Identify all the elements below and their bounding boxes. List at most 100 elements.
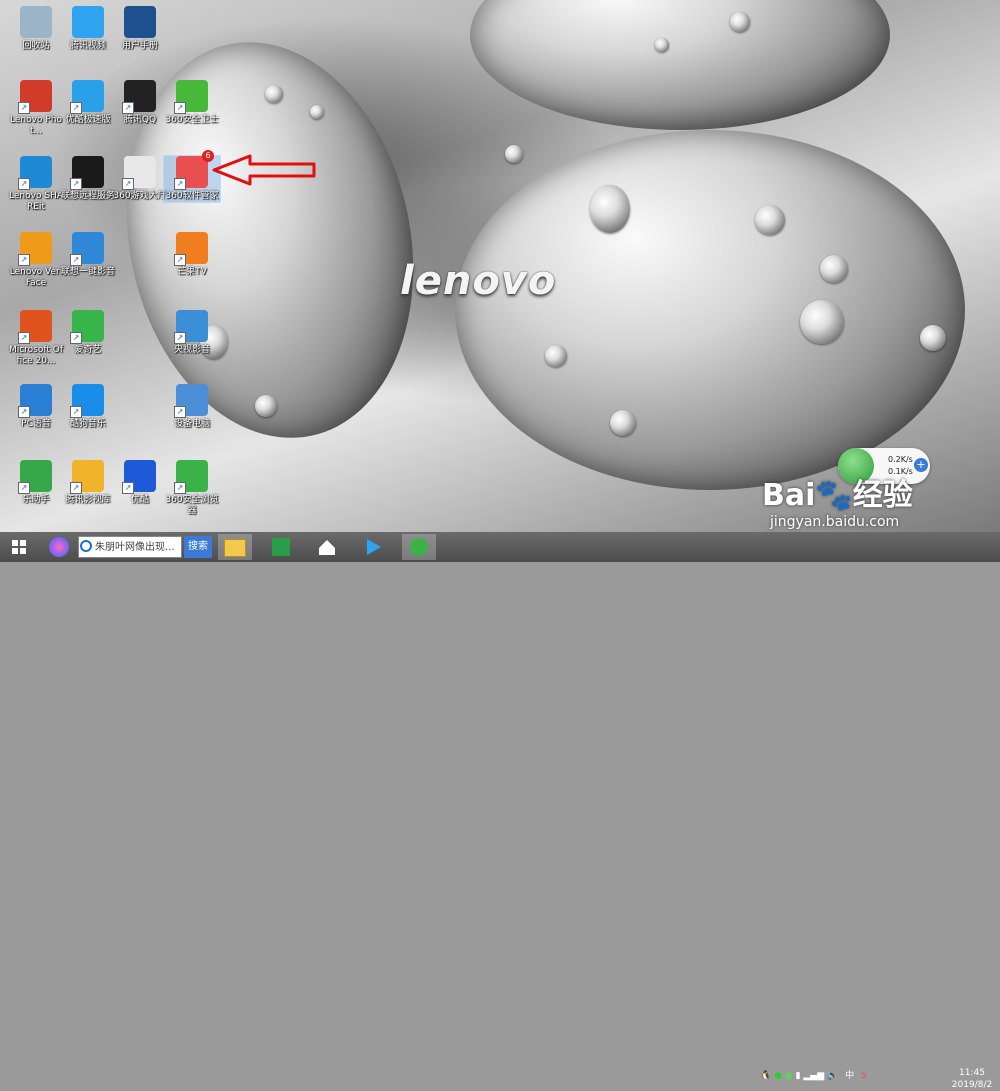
- wallpaper-stone: [470, 0, 890, 130]
- desktop-icon[interactable]: ↗ Lenovo VeriFace: [8, 232, 64, 289]
- pc-voice-icon: ↗: [18, 384, 52, 418]
- plus-icon[interactable]: +: [914, 458, 928, 472]
- desktop-icon-label: 360安全浏览器: [165, 495, 219, 516]
- shortcut-arrow-icon: ↗: [174, 406, 186, 418]
- file-explorer-taskbar-icon[interactable]: [218, 534, 252, 560]
- 360-browser-taskbar-icon[interactable]: [402, 534, 436, 560]
- cctv-icon: ↗: [174, 310, 208, 344]
- shortcut-arrow-icon: ↗: [70, 332, 82, 344]
- ime-indicator[interactable]: 中: [845, 1071, 854, 1081]
- shortcut-arrow-icon: ↗: [174, 254, 186, 266]
- tencent-video-taskbar-icon[interactable]: [356, 534, 390, 560]
- desktop-icon[interactable]: ↗ 设备电脑: [164, 384, 220, 430]
- qq-icon: ↗: [122, 80, 156, 114]
- lenovo-photo-icon: ↗: [18, 80, 52, 114]
- search-input[interactable]: 朱朋叶网像出现...: [78, 536, 182, 558]
- desktop-icon-label: 央视影音: [173, 345, 210, 355]
- shortcut-arrow-icon: ↗: [174, 178, 186, 190]
- qq-tray-icon[interactable]: 🐧: [760, 1071, 771, 1081]
- desktop-icon[interactable]: ↗ 优酷极速版: [60, 80, 116, 126]
- 360-security-icon: ↗: [174, 80, 208, 114]
- shortcut-arrow-icon: ↗: [174, 482, 186, 494]
- iqiyi-icon: ↗: [70, 310, 104, 344]
- desktop-icon-label: 回收站: [22, 41, 50, 51]
- shortcut-arrow-icon: ↗: [18, 178, 30, 190]
- desktop-icon[interactable]: ↗ 360游戏大厅: [112, 156, 168, 202]
- 360-game-icon: ↗: [122, 156, 156, 190]
- desktop-icon-label: 优酷极速版: [65, 115, 111, 125]
- start-button[interactable]: [6, 534, 32, 560]
- desktop-icon[interactable]: ↗ 腾讯QQ: [112, 80, 168, 126]
- baidu-watermark: Bai🐾经验 jingyan.baidu.com: [762, 470, 913, 530]
- desktop-icon[interactable]: ↗ 联想一键影音: [60, 232, 116, 278]
- clock-time: 11:45: [959, 1068, 985, 1078]
- volume-icon[interactable]: 🔈: [827, 1071, 838, 1081]
- home-taskbar-icon[interactable]: [310, 534, 344, 560]
- shortcut-arrow-icon: ↗: [122, 178, 134, 190]
- this-pc-icon: ↗: [174, 384, 208, 418]
- shortcut-arrow-icon: ↗: [18, 482, 30, 494]
- kugou-icon: ↗: [70, 384, 104, 418]
- store-taskbar-icon[interactable]: [264, 534, 298, 560]
- sogou-icon[interactable]: S: [861, 1071, 867, 1081]
- desktop-icon-label: 酷狗音乐: [69, 419, 106, 429]
- desktop-icon-label: 腾讯影视库: [65, 495, 111, 505]
- shortcut-arrow-icon: ↗: [18, 254, 30, 266]
- wechat-tray-icon[interactable]: ●: [774, 1071, 782, 1081]
- desktop-icon-label: Microsoft Office 20...: [8, 345, 64, 366]
- shortcut-arrow-icon: ↗: [122, 482, 134, 494]
- desktop-icon-label: 腾讯QQ: [123, 115, 157, 125]
- desktop-icon-label: 优酷: [130, 495, 149, 505]
- desktop-icon-label: 联想远程服务: [60, 191, 115, 201]
- lenovo-media-icon: ↗: [70, 232, 104, 266]
- shortcut-arrow-icon: ↗: [174, 102, 186, 114]
- desktop-icon[interactable]: 用户手册: [112, 6, 168, 52]
- desktop-icon-label: Lenovo Phot...: [10, 115, 62, 136]
- desktop: lenovo 回收站 腾讯视频 用户手册 ↗ Lenovo Phot... ↗ 优酷极速版 ↗…: [0, 0, 1000, 532]
- shortcut-arrow-icon: ↗: [70, 406, 82, 418]
- upload-speed: 0.2K/s: [888, 455, 913, 464]
- desktop-icon[interactable]: 回收站: [8, 6, 64, 52]
- desktop-icon-label: PC语音: [21, 419, 51, 429]
- desktop-icon[interactable]: ↗ Lenovo Phot...: [8, 80, 64, 137]
- 360-taskbar-icon[interactable]: [42, 534, 76, 560]
- system-tray: 🐧 ● ● ▮ ▂▄▆ 🔈 中 S: [760, 1068, 867, 1081]
- desktop-icon-label: 芒果TV: [177, 267, 207, 277]
- desktop-icon-label: Lenovo SHAREit: [9, 191, 63, 212]
- desktop-icon-label: 360安全卫士: [165, 115, 219, 125]
- youku-exp-icon: ↗: [70, 80, 104, 114]
- search-button[interactable]: 搜索: [184, 536, 212, 558]
- signal-icon[interactable]: ▂▄▆: [803, 1071, 824, 1081]
- desktop-icon[interactable]: ↗ Microsoft Office 20...: [8, 310, 64, 367]
- desktop-icon[interactable]: ↗ 腾讯影视库: [60, 460, 116, 506]
- desktop-icon[interactable]: ↗ 乐助手: [8, 460, 64, 506]
- user-manual-icon: [124, 6, 156, 38]
- tencent-video-icon: [72, 6, 104, 38]
- desktop-icon-label: 360游戏大厅: [113, 191, 167, 201]
- clock[interactable]: 11:45 2019/8/2: [945, 1067, 999, 1091]
- desktop-icon[interactable]: ↗ 联想远程服务: [60, 156, 116, 202]
- 360-tray-icon[interactable]: ●: [785, 1071, 793, 1081]
- desktop-icon-label: Lenovo VeriFace: [9, 267, 63, 288]
- desktop-icon[interactable]: ↗ 央视影音: [164, 310, 220, 356]
- desktop-icon[interactable]: ↗ 360安全浏览器: [164, 460, 220, 517]
- desktop-icon[interactable]: ↗ 优酷: [112, 460, 168, 506]
- desktop-icon-label: 乐助手: [22, 495, 50, 505]
- lenovo-remote-icon: ↗: [70, 156, 104, 190]
- desktop-icon[interactable]: ↗ PC语音: [8, 384, 64, 430]
- desktop-icon[interactable]: ↗ 爱奇艺: [60, 310, 116, 356]
- desktop-icon[interactable]: ↗ 酷狗音乐: [60, 384, 116, 430]
- 360-software-manager-icon: ↗ 6: [174, 150, 214, 190]
- battery-icon[interactable]: ▮: [796, 1071, 801, 1081]
- baidu-brand-2: 经验: [852, 478, 913, 513]
- red-arrow-annotation: [212, 154, 316, 186]
- desktop-icon-label: 360软件管家: [165, 191, 219, 201]
- desktop-icon[interactable]: ↗ 芒果TV: [164, 232, 220, 278]
- desktop-icon[interactable]: ↗ Lenovo SHAREit: [8, 156, 64, 213]
- le-helper-icon: ↗: [18, 460, 52, 494]
- desktop-icon-label: 爱奇艺: [74, 345, 102, 355]
- desktop-icon[interactable]: ↗ 360安全卫士: [164, 80, 220, 126]
- clock-date: 2019/8/2: [951, 1080, 993, 1090]
- desktop-icon[interactable]: 腾讯视频: [60, 6, 116, 52]
- shortcut-arrow-icon: ↗: [70, 254, 82, 266]
